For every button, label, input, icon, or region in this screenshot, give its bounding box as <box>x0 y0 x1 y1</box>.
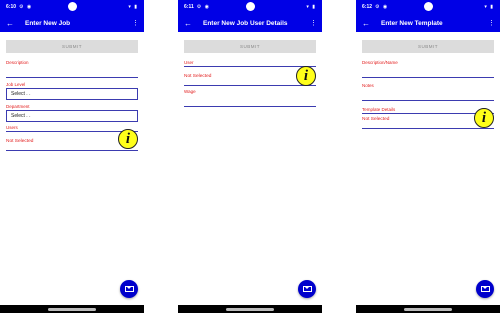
info-icon[interactable]: i <box>296 66 316 86</box>
signal-battery-icons: ▾ ▮ <box>306 4 316 10</box>
info-icon[interactable]: i <box>118 129 138 149</box>
phone-screen-new-template: 6:12 ⚙ ◉ ▾ ▮ ← Enter New Template ⋮ SUBM… <box>356 0 500 313</box>
submit-button[interactable]: SUBMIT <box>362 40 494 53</box>
envelope-icon <box>124 286 134 292</box>
description-name-field[interactable]: Description/Name <box>362 60 494 78</box>
status-time: 6:10 <box>6 4 17 10</box>
notes-underline <box>362 100 494 101</box>
home-indicator[interactable] <box>226 307 274 311</box>
status-bar: 6:11 ⚙ ◉ ▾ ▮ <box>178 0 322 14</box>
user-label: User <box>184 60 194 65</box>
template-details-label: Template Details <box>362 107 396 112</box>
signal-battery-icons: ▾ ▮ <box>484 4 494 10</box>
job-level-label: Job Level <box>6 82 26 87</box>
message-fab-button[interactable] <box>298 280 316 298</box>
status-icons: ⚙ ◉ <box>19 4 33 10</box>
description-name-underline <box>362 77 494 78</box>
job-level-field: Job Level Select . . <box>6 82 138 100</box>
submit-button[interactable]: SUBMIT <box>184 40 316 53</box>
submit-button[interactable]: SUBMIT <box>6 40 138 53</box>
user-bottom-line <box>184 85 316 86</box>
department-field: Department Select . . <box>6 104 138 122</box>
message-fab-button[interactable] <box>476 280 494 298</box>
app-bar: ← Enter New Template ⋮ <box>356 14 500 32</box>
message-fab-button[interactable] <box>120 280 138 298</box>
template-details-bottom-line <box>362 128 494 129</box>
gesture-nav-bar <box>178 305 322 313</box>
status-icons: ⚙ ◉ <box>196 4 210 10</box>
wage-field[interactable]: Wage <box>184 89 316 107</box>
page-title: Enter New Template <box>381 19 443 27</box>
job-level-select[interactable]: Select . . <box>6 88 138 100</box>
overflow-menu-icon[interactable]: ⋮ <box>132 19 139 27</box>
user-top-line <box>184 66 316 67</box>
overflow-menu-icon[interactable]: ⋮ <box>488 19 495 27</box>
home-indicator[interactable] <box>48 307 96 311</box>
phone-screen-job-user-details: 6:11 ⚙ ◉ ▾ ▮ ← Enter New Job User Detail… <box>178 0 322 313</box>
form: SUBMIT Description/Name Notes Template D… <box>356 32 500 129</box>
screenshot-stage: 6:10 ⚙ ◉ ▾ ▮ ← Enter New Job ⋮ SUBMIT De… <box>0 0 500 313</box>
form: SUBMIT User Not Selected i Wage <box>178 32 322 107</box>
camera-cutout <box>423 2 433 11</box>
camera-cutout <box>245 2 255 11</box>
envelope-icon <box>302 286 312 292</box>
signal-battery-icons: ▾ ▮ <box>128 4 138 10</box>
description-field[interactable]: Description <box>6 60 138 78</box>
back-arrow-icon[interactable]: ← <box>362 19 376 28</box>
status-bar: 6:10 ⚙ ◉ ▾ ▮ <box>0 0 144 14</box>
back-arrow-icon[interactable]: ← <box>6 19 20 28</box>
users-field: Users Not Selected i <box>6 125 138 151</box>
users-bottom-line <box>6 150 138 151</box>
phone-screen-new-job: 6:10 ⚙ ◉ ▾ ▮ ← Enter New Job ⋮ SUBMIT De… <box>0 0 144 313</box>
gesture-nav-bar <box>0 305 144 313</box>
form: SUBMIT Description Job Level Select . . … <box>0 32 144 151</box>
department-select[interactable]: Select . . <box>6 110 138 122</box>
template-details-field: Template Details Not Selected i <box>362 107 494 129</box>
wage-underline <box>184 106 316 107</box>
page-title: Enter New Job <box>25 19 71 27</box>
description-underline <box>6 77 138 78</box>
users-label: Users <box>6 125 18 130</box>
status-icons: ⚙ ◉ <box>375 4 389 10</box>
page-title: Enter New Job User Details <box>203 19 288 27</box>
department-label: Department <box>6 104 30 109</box>
status-bar: 6:12 ⚙ ◉ ▾ ▮ <box>356 0 500 14</box>
user-field: User Not Selected i <box>184 60 316 86</box>
app-bar: ← Enter New Job ⋮ <box>0 14 144 32</box>
camera-cutout <box>67 2 77 11</box>
status-time: 6:12 <box>362 4 373 10</box>
home-indicator[interactable] <box>404 307 452 311</box>
info-icon[interactable]: i <box>474 108 494 128</box>
status-time: 6:11 <box>184 4 194 10</box>
notes-field[interactable]: Notes <box>362 83 494 101</box>
gesture-nav-bar <box>356 305 500 313</box>
envelope-icon <box>480 286 490 292</box>
back-arrow-icon[interactable]: ← <box>184 19 198 28</box>
overflow-menu-icon[interactable]: ⋮ <box>310 19 317 27</box>
users-top-line <box>6 131 138 132</box>
app-bar: ← Enter New Job User Details ⋮ <box>178 14 322 32</box>
